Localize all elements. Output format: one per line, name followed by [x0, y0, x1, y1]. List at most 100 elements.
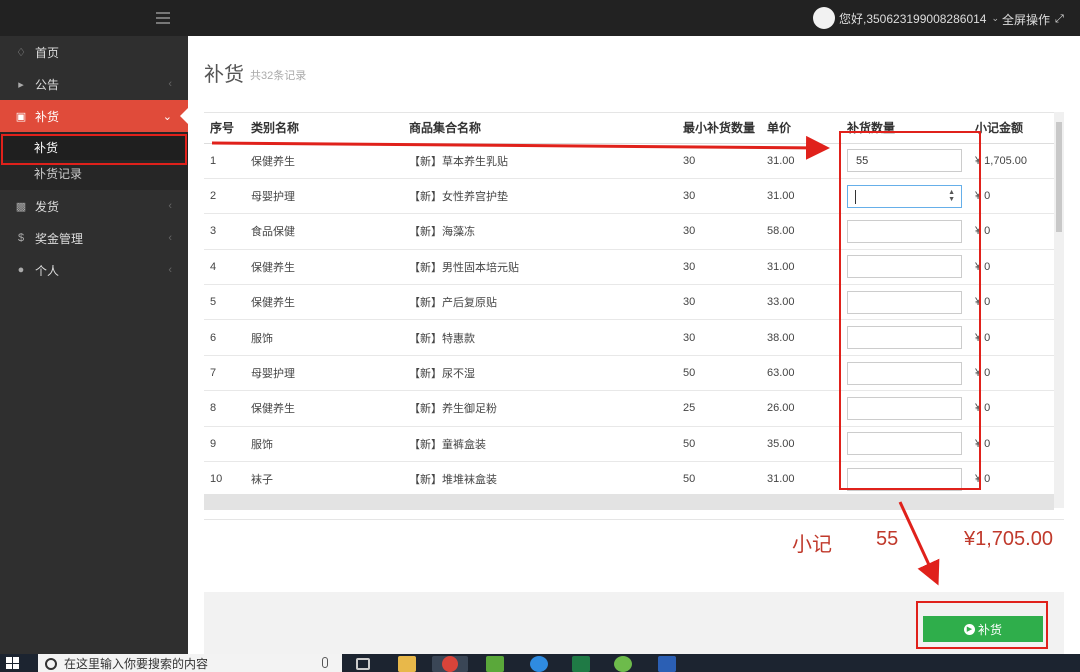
cell-price: 35.00 [761, 426, 841, 463]
microphone-icon[interactable] [322, 657, 328, 668]
sidebar-item-label: 公告 [35, 77, 60, 92]
qty-input[interactable] [847, 361, 962, 385]
avatar [813, 7, 835, 29]
bullhorn-icon: ▸ [18, 78, 24, 91]
cell-category: 服饰 [245, 426, 403, 463]
sidebar-item-shipping[interactable]: ▩ 发货 ‹ [0, 190, 188, 222]
table-row: 1 保健养生 【新】草本养生乳贴 30 31.00 ¥ 1,705.00 [204, 143, 1054, 179]
word-icon[interactable] [658, 656, 676, 672]
cell-no: 6 [204, 319, 245, 356]
cell-product: 【新】产后复原贴 [403, 284, 677, 321]
cell-no: 5 [204, 284, 245, 321]
table-row: 3 食品保健 【新】海藻冻 30 58.00 ¥ 0 [204, 213, 1054, 250]
record-count: 共32条记录 [250, 70, 307, 82]
file-explorer-icon[interactable] [398, 656, 416, 672]
play-circle-icon: ▶ [963, 623, 975, 635]
col-header-subtotal: 小记金额 [969, 113, 1054, 144]
restock-submit-label: 补货 [977, 622, 1002, 637]
table-row: 6 服饰 【新】特惠款 30 38.00 ¥ 0 [204, 319, 1054, 356]
cell-product: 【新】堆堆袜盒装 [403, 461, 677, 498]
spinner-arrows-icon[interactable]: ▲ ▼ [948, 189, 955, 203]
summary-label: 小记 [792, 534, 832, 556]
sidebar-item-label: 奖金管理 [35, 231, 84, 246]
sidebar-subitem-restock-records[interactable]: 补货记录 [0, 160, 188, 186]
sidebar: ♢ 首页 ▸ 公告 ‹ ▣ 补货 ⌄ 补货 补货记录 ▩ 发货 ‹ $ 奖金管理… [0, 36, 188, 654]
restock-submit-button[interactable]: ▶ 补货 [923, 616, 1043, 642]
cell-product: 【新】女性养宫护垫 [403, 178, 677, 215]
expand-icon: ⤢ [1055, 13, 1064, 25]
sidebar-item-bonus[interactable]: $ 奖金管理 ‹ [0, 222, 188, 254]
user-menu[interactable]: 您好,350623199008286014 ⌄ [813, 7, 999, 29]
qty-input[interactable] [847, 467, 962, 491]
cell-price: 33.00 [761, 284, 841, 321]
wechat-icon[interactable] [614, 656, 632, 672]
fullscreen-button[interactable]: 全屏操作 ⤢ [1002, 11, 1064, 28]
taskbar-search-input[interactable]: 在这里输入你要搜索的内容 [38, 654, 342, 672]
taskbar-search-placeholder: 在这里输入你要搜索的内容 [64, 657, 209, 671]
qty-input[interactable] [847, 326, 962, 350]
main-content: 补货 共32条记录 序号 类别名称 商品集合名称 最小补货数量 单价 补货数量 … [188, 36, 1080, 654]
fullscreen-label: 全屏操作 [1002, 13, 1051, 27]
user-greeting: 您好,350623199008286014 [839, 11, 987, 26]
cell-min-qty: 30 [677, 213, 761, 250]
cell-product: 【新】特惠款 [403, 319, 677, 356]
col-header-no: 序号 [204, 113, 245, 144]
excel-icon[interactable] [572, 656, 590, 672]
cell-category: 保健养生 [245, 249, 403, 286]
cell-min-qty: 30 [677, 178, 761, 215]
qty-input[interactable] [847, 255, 962, 279]
cell-category: 服饰 [245, 319, 403, 356]
wps-icon[interactable] [486, 656, 504, 672]
diamond-icon: ♢ [16, 46, 26, 59]
cell-subtotal: ¥ 0 [969, 461, 1054, 498]
qty-input-focused[interactable]: ▲ ▼ [847, 184, 962, 208]
table-horizontal-scrollbar[interactable] [204, 494, 1054, 510]
table-row: 4 保健养生 【新】男性固本培元贴 30 31.00 ¥ 0 [204, 249, 1054, 286]
menu-toggle-icon[interactable] [156, 12, 170, 24]
qty-input[interactable] [847, 290, 962, 314]
cell-category: 母婴护理 [245, 355, 403, 392]
sidebar-item-notice[interactable]: ▸ 公告 ‹ [0, 68, 188, 100]
cell-subtotal: ¥ 0 [969, 426, 1054, 463]
sidebar-item-home[interactable]: ♢ 首页 [0, 36, 188, 68]
cell-qty [841, 461, 969, 498]
chevron-down-icon: ⌄ [991, 12, 1000, 23]
windows-start-icon[interactable] [6, 657, 20, 669]
qty-input[interactable] [847, 432, 962, 456]
cell-no: 4 [204, 249, 245, 286]
os-taskbar: 在这里输入你要搜索的内容 [0, 654, 1080, 672]
cell-product: 【新】尿不湿 [403, 355, 677, 392]
summary-amount: ¥1,705.00 [964, 528, 1053, 550]
cell-qty [841, 284, 969, 321]
sidebar-item-restock[interactable]: ▣ 补货 ⌄ [0, 100, 188, 132]
cell-subtotal: ¥ 0 [969, 319, 1054, 356]
table-vertical-scrollbar[interactable] [1054, 112, 1064, 508]
sidebar-item-personal[interactable]: ● 个人 ‹ [0, 254, 188, 286]
sidebar-submenu: 补货 补货记录 [0, 132, 188, 190]
cell-price: 31.00 [761, 249, 841, 286]
table-row: 5 保健养生 【新】产后复原贴 30 33.00 ¥ 0 [204, 284, 1054, 321]
scrollbar-thumb[interactable] [1056, 122, 1062, 232]
cell-no: 1 [204, 143, 245, 179]
cell-price: 26.00 [761, 390, 841, 427]
cell-product: 【新】草本养生乳贴 [403, 143, 677, 179]
qty-input[interactable] [847, 396, 962, 420]
task-view-icon[interactable] [356, 658, 370, 670]
qty-input[interactable] [847, 149, 962, 173]
cell-min-qty: 30 [677, 284, 761, 321]
col-header-price: 单价 [761, 113, 841, 144]
sidebar-item-label: 发货 [35, 199, 60, 214]
cart-icon: ▣ [15, 110, 27, 123]
cell-qty [841, 213, 969, 250]
cell-category: 袜子 [245, 461, 403, 498]
qty-input[interactable] [847, 219, 962, 243]
restock-table: 序号 类别名称 商品集合名称 最小补货数量 单价 补货数量 小记金额 1 保健养… [204, 112, 1054, 508]
chevron-left-icon: ‹ [168, 200, 172, 212]
text-cursor [855, 189, 856, 204]
sidebar-subitem-restock[interactable]: 补货 [0, 134, 188, 160]
cell-min-qty: 50 [677, 426, 761, 463]
messenger-icon[interactable] [530, 656, 548, 672]
table-header-row: 序号 类别名称 商品集合名称 最小补货数量 单价 补货数量 小记金额 [204, 113, 1054, 144]
cell-product: 【新】海藻冻 [403, 213, 677, 250]
cell-min-qty: 50 [677, 461, 761, 498]
